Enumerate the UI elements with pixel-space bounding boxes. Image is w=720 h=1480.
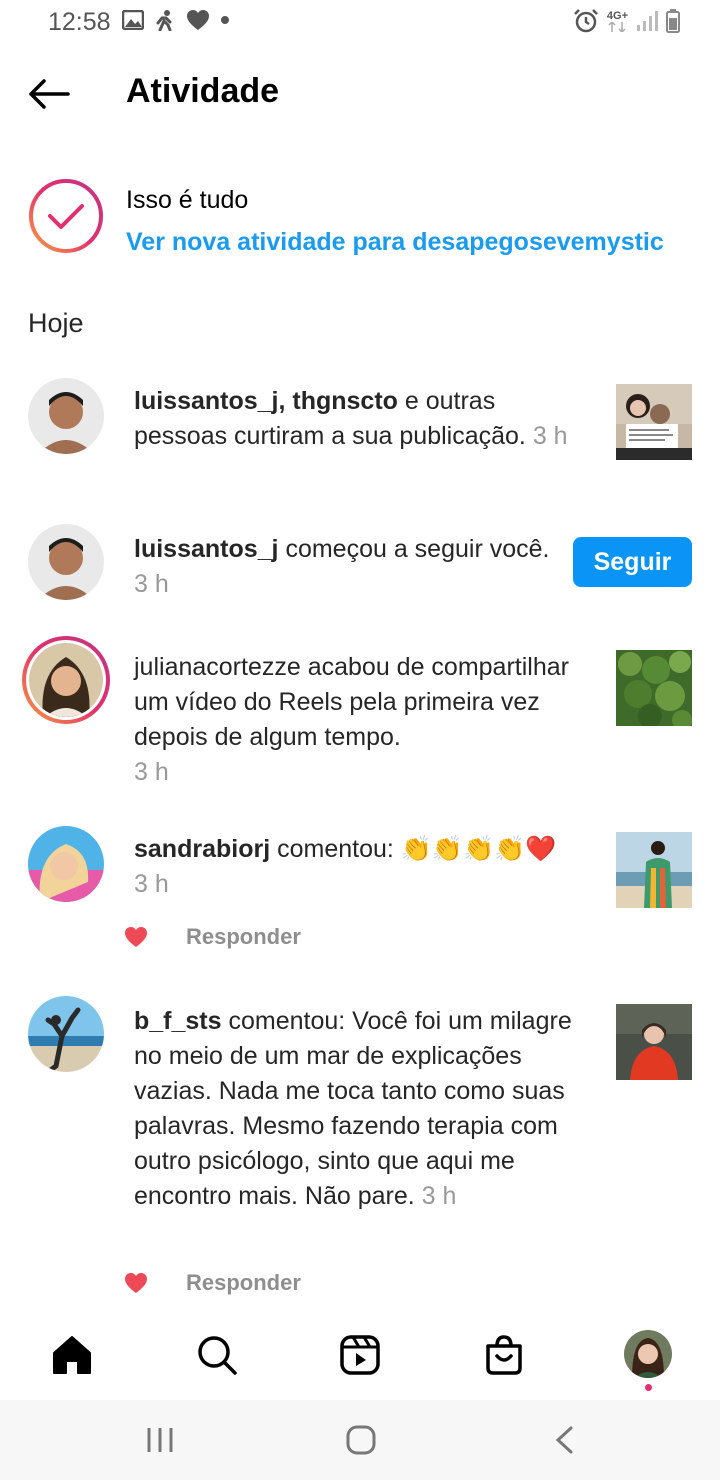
network-icon: 4G+	[606, 9, 628, 32]
comment-actions: Responder	[124, 1268, 301, 1298]
all-caught-up-banner: Isso é tudo Ver nova atividade para desa…	[28, 178, 708, 258]
status-bar: 12:58 4G+	[0, 0, 720, 44]
reels-icon[interactable]	[335, 1330, 385, 1380]
caught-up-title: Isso é tudo	[126, 186, 249, 214]
notification-time: 3 h	[134, 870, 169, 898]
image-icon	[122, 10, 144, 30]
notification-users[interactable]: sandrabiorj	[134, 835, 270, 863]
dot-icon	[220, 15, 230, 25]
avatar[interactable]	[28, 524, 104, 600]
back-chevron-icon[interactable]	[544, 1422, 584, 1458]
notification-text: luissantos_j começou a seguir você. 3 h	[134, 532, 554, 602]
notification-body: julianacortezze acabou de compartilhar u…	[134, 653, 569, 751]
home-icon[interactable]	[47, 1330, 97, 1380]
profile-avatar[interactable]	[624, 1330, 672, 1378]
notification-item[interactable]: b_f_sts comentou: Você foi um milagre no…	[0, 996, 720, 1306]
liked-heart-icon[interactable]	[124, 1272, 148, 1294]
notification-users[interactable]: luissantos_j, thgnscto	[134, 387, 398, 415]
back-button[interactable]	[26, 74, 72, 114]
notification-text: b_f_sts comentou: Você foi um milagre no…	[134, 1004, 594, 1214]
notification-text: julianacortezze acabou de compartilhar u…	[134, 650, 594, 790]
recents-icon[interactable]	[140, 1422, 180, 1458]
reply-button[interactable]: Responder	[186, 924, 301, 950]
notification-body: começou a seguir você.	[278, 535, 550, 563]
reply-button[interactable]: Responder	[186, 1270, 301, 1296]
bottom-nav	[0, 1318, 720, 1394]
notification-item[interactable]: sandrabiorj comentou: 👏👏👏👏❤️ 3 h Responde…	[0, 824, 720, 964]
post-thumbnail[interactable]	[616, 1004, 692, 1080]
notification-users[interactable]: b_f_sts	[134, 1007, 222, 1035]
notification-time: 3 h	[532, 422, 568, 450]
notification-users[interactable]: luissantos_j	[134, 535, 279, 563]
liked-heart-icon[interactable]	[124, 926, 148, 948]
alarm-icon	[573, 8, 599, 34]
fitness-icon	[154, 9, 176, 31]
comment-actions: Responder	[124, 922, 301, 952]
battery-icon	[666, 9, 680, 33]
search-icon[interactable]	[192, 1330, 242, 1380]
story-ring-avatar[interactable]	[22, 636, 110, 724]
notification-time: 3 h	[421, 1182, 457, 1210]
header: Atividade	[0, 60, 720, 124]
post-thumbnail[interactable]	[616, 832, 692, 908]
reel-thumbnail[interactable]	[616, 650, 692, 726]
notification-body: comentou: Você foi um milagre no meio de…	[134, 1007, 572, 1210]
status-left-icons	[122, 9, 230, 31]
notification-text: luissantos_j, thgnscto e outras pessoas …	[134, 384, 594, 454]
notification-time: 3 h	[134, 758, 169, 786]
back-arrow-icon	[29, 79, 70, 109]
shop-icon[interactable]	[479, 1330, 529, 1380]
page-title: Atividade	[126, 72, 280, 110]
network-label: 4G+	[606, 9, 628, 22]
section-title-today: Hoje	[28, 308, 84, 338]
home-circle-icon[interactable]	[341, 1422, 381, 1458]
notification-text: sandrabiorj comentou: 👏👏👏👏❤️ 3 h	[134, 832, 594, 902]
heart-icon	[186, 9, 210, 31]
notification-item[interactable]: luissantos_j, thgnscto e outras pessoas …	[0, 376, 720, 496]
new-activity-link[interactable]: Ver nova atividade para desapegosevemyst…	[126, 228, 664, 257]
avatar[interactable]	[28, 826, 104, 902]
notification-body: comentou: 👏👏👏👏❤️	[270, 835, 557, 863]
notification-item[interactable]: luissantos_j começou a seguir você. 3 h …	[0, 522, 720, 612]
post-thumbnail[interactable]	[616, 384, 692, 460]
profile-notification-dot	[645, 1384, 652, 1391]
avatar[interactable]	[28, 378, 104, 454]
follow-button[interactable]: Seguir	[573, 537, 692, 587]
notification-item[interactable]: julianacortezze acabou de compartilhar u…	[0, 636, 720, 796]
system-nav-bar	[0, 1400, 720, 1480]
signal-icon	[636, 10, 658, 32]
check-circle-icon	[28, 178, 104, 254]
status-right-icons: 4G+	[573, 8, 680, 34]
avatar[interactable]	[28, 996, 104, 1072]
notification-time: 3 h	[134, 570, 169, 598]
status-time: 12:58	[48, 8, 111, 36]
